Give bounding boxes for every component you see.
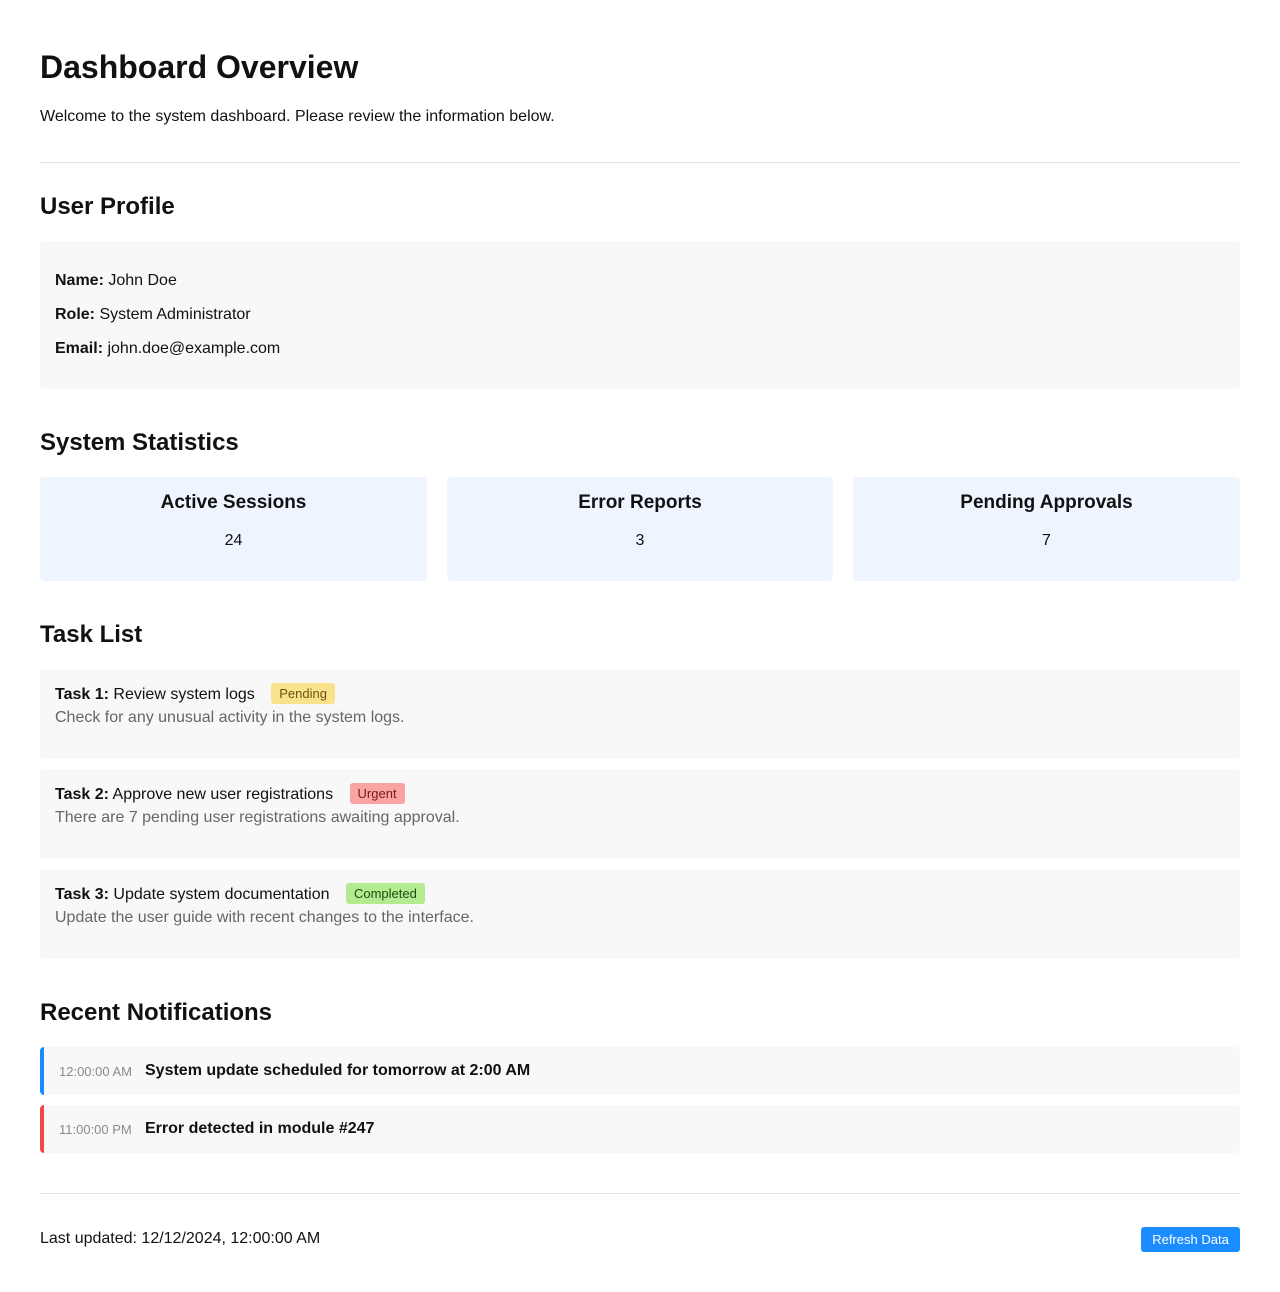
notification-text: System update scheduled for tomorrow at …	[145, 1062, 531, 1079]
stat-card-pending-approvals: Pending Approvals 7	[853, 477, 1240, 581]
notification-accent-bar	[40, 1047, 44, 1095]
task-description: Update the user guide with recent change…	[55, 909, 474, 926]
profile-section-title: User Profile	[40, 193, 175, 220]
stat-value: 24	[224, 532, 243, 549]
notification-accent-bar	[40, 1105, 44, 1153]
task-header: Task 1: Review system logs Pending	[55, 683, 335, 705]
notifications-section-title: Recent Notifications	[40, 999, 273, 1026]
notification-item: 12:00:00 AM System update scheduled for …	[40, 1047, 1240, 1095]
stat-title: Pending Approvals	[960, 492, 1133, 513]
task-description: Check for any unusual activity in the sy…	[55, 709, 405, 726]
profile-role-row: Role: System Administrator	[55, 305, 251, 325]
profile-role-value: System Administrator	[99, 306, 251, 323]
notification-item: 11:00:00 PM Error detected in module #24…	[40, 1105, 1240, 1153]
task-item: Task 3: Update system documentation Comp…	[40, 869, 1240, 959]
stat-value: 7	[1042, 532, 1051, 549]
notification-time: 11:00:00 PM	[59, 1122, 132, 1137]
notification-time: 12:00:00 AM	[59, 1064, 132, 1079]
profile-email-value: john.doe@example.com	[107, 340, 281, 357]
last-updated-text: Last updated: 12/12/2024, 12:00:00 AM	[40, 1230, 321, 1247]
profile-name-label: Name:	[55, 272, 104, 289]
profile-email-label: Email:	[55, 340, 104, 357]
stat-value: 3	[635, 532, 645, 549]
status-badge: Completed	[345, 883, 425, 904]
stat-title: Error Reports	[578, 492, 702, 513]
task-title: Approve new user registrations	[112, 786, 334, 803]
task-description: There are 7 pending user registrations a…	[55, 809, 460, 826]
stat-card-active-sessions: Active Sessions 24	[40, 477, 427, 581]
profile-name-row: Name: John Doe	[55, 271, 177, 291]
header-divider	[40, 162, 1240, 163]
profile-role-label: Role:	[55, 306, 95, 323]
user-profile-card: Name: John Doe Role: System Administrato…	[40, 241, 1240, 389]
task-label: Task 1:	[55, 686, 109, 703]
page-title: Dashboard Overview	[40, 49, 359, 85]
intro-text: Welcome to the system dashboard. Please …	[40, 108, 555, 125]
task-title: Update system documentation	[113, 886, 330, 903]
tasks-section-title: Task List	[40, 621, 143, 648]
task-label: Task 2:	[55, 786, 109, 803]
task-header: Task 3: Update system documentation Comp…	[55, 883, 425, 905]
task-item: Task 2: Approve new user registrations U…	[40, 769, 1240, 859]
refresh-data-button[interactable]: Refresh Data	[1141, 1227, 1240, 1252]
task-header: Task 2: Approve new user registrations U…	[55, 783, 405, 805]
stat-card-error-reports: Error Reports 3	[447, 477, 833, 581]
profile-name-value: John Doe	[108, 272, 177, 289]
task-title: Review system logs	[113, 686, 255, 703]
task-label: Task 3:	[55, 886, 109, 903]
footer-divider	[40, 1193, 1240, 1194]
status-badge: Pending	[271, 683, 335, 704]
stats-section-title: System Statistics	[40, 429, 239, 456]
notification-text: Error detected in module #247	[145, 1120, 375, 1137]
task-item: Task 1: Review system logs Pending Check…	[40, 669, 1240, 759]
profile-email-row: Email: john.doe@example.com	[55, 339, 280, 359]
status-badge: Urgent	[349, 783, 405, 804]
stat-title: Active Sessions	[160, 492, 307, 513]
